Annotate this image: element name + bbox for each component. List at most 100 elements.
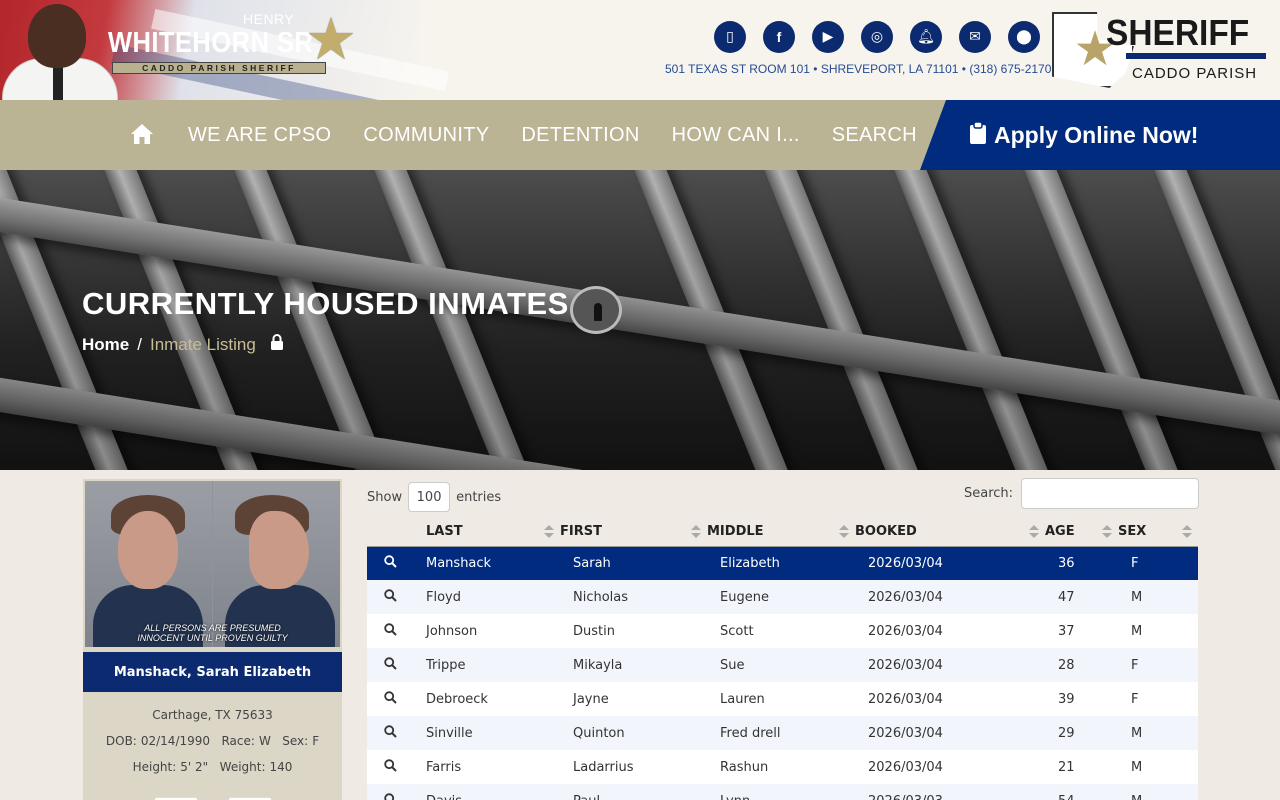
magnifier-icon[interactable] (367, 750, 413, 784)
breadcrumb: Home / Inmate Listing (82, 334, 284, 355)
nav-community[interactable]: COMMUNITY (363, 124, 489, 147)
cell-age: 28 (1058, 657, 1075, 673)
home-icon[interactable] (130, 123, 156, 147)
hero-banner: CURRENTLY HOUSED INMATES Home / Inmate L… (0, 170, 1280, 470)
cell-first: Dustin (573, 623, 615, 639)
cell-middle: Rashun (720, 759, 769, 775)
magnifier-icon[interactable] (367, 648, 413, 682)
cell-booked: 2026/03/04 (868, 589, 943, 605)
sort-icon (544, 525, 554, 539)
sort-icon (839, 525, 849, 539)
nav-detention[interactable]: DETENTION (521, 124, 639, 147)
mobile-icon[interactable]: ▯ (714, 21, 746, 53)
cell-booked: 2026/03/04 (868, 623, 943, 639)
sheriff-logo[interactable]: ★ SHERIFF CADDO PARISH (1052, 8, 1272, 92)
cell-age: 29 (1058, 725, 1075, 741)
inmate-mugshot: ALL PERSONS ARE PRESUMED INNOCENT UNTIL … (85, 481, 340, 647)
magnifier-icon[interactable] (367, 716, 413, 750)
table-row[interactable]: Farris Ladarrius Rashun 2026/03/04 21 M (367, 750, 1198, 784)
magnifier-icon[interactable] (367, 682, 413, 716)
column-header-first[interactable]: FIRST (560, 517, 707, 547)
cell-first: Paul (560, 784, 707, 800)
sheriff-star-badge-icon: ★ (305, 5, 357, 73)
nav-search[interactable]: SEARCH (832, 124, 917, 147)
inmate-name: Manshack, Sarah Elizabeth (83, 652, 342, 692)
table-row[interactable]: Sinville Quinton Fred drell 2026/03/04 29 M (367, 716, 1198, 750)
magnifier-icon[interactable] (367, 546, 413, 580)
column-header-age[interactable]: AGE (1045, 517, 1118, 547)
content-area: ALL PERSONS ARE PRESUMED INNOCENT UNTIL … (0, 470, 1280, 800)
magnifier-icon[interactable] (367, 580, 413, 614)
cell-sex: M (1131, 589, 1143, 605)
table-row[interactable]: Debroeck Jayne Lauren 2026/03/04 39 F (367, 682, 1198, 716)
entries-select[interactable]: 100 (408, 482, 451, 512)
cell-middle: Lynn (707, 784, 855, 800)
table-row[interactable]: Manshack Sarah Elizabeth 2026/03/04 36 F (367, 546, 1198, 580)
cell-age: 47 (1058, 589, 1075, 605)
cell-last: Davis (413, 784, 560, 800)
cell-age: 39 (1058, 691, 1075, 707)
site-header: HENRY WHITEHORN SR CADDO PARISH SHERIFF … (0, 0, 1280, 100)
sort-icon (1182, 525, 1192, 539)
table-row[interactable]: Trippe Mikayla Sue 2026/03/04 28 F (367, 648, 1198, 682)
cell-last: Debroeck (426, 691, 488, 707)
cell-sex: M (1131, 759, 1143, 775)
sort-icon (1029, 525, 1039, 539)
youtube-icon[interactable]: ▶ (812, 21, 844, 53)
cell-age: 54 (1045, 784, 1118, 800)
cell-first: Ladarrius (573, 759, 634, 775)
cell-sex: F (1131, 691, 1139, 707)
sheriff-last-name: WHITEHORN SR (108, 27, 314, 59)
instagram-icon[interactable]: ◎ (861, 21, 893, 53)
inmate-measurements: Height: 5' 2" Weight: 140 (132, 760, 293, 774)
cell-last: Manshack (426, 555, 492, 571)
cell-first: Jayne (573, 691, 609, 707)
bell-icon[interactable]: 🔔︎ (910, 21, 942, 53)
cell-age: 36 (1058, 555, 1075, 571)
table-row[interactable]: Johnson Dustin Scott 2026/03/04 37 M (367, 614, 1198, 648)
sort-icon (691, 525, 701, 539)
column-header-view (367, 517, 413, 547)
inmate-demographics: DOB: 02/14/1990 Race: W Sex: F (105, 734, 320, 748)
cell-booked: 2026/03/04 (868, 725, 943, 741)
column-header-last[interactable]: LAST (413, 517, 560, 547)
cell-sex: M (1131, 623, 1143, 639)
cell-middle: Elizabeth (720, 555, 780, 571)
sort-icon (1102, 525, 1112, 539)
cell-booked: 2026/03/03 (855, 784, 1045, 800)
table-row[interactable]: Floyd Nicholas Eugene 2026/03/04 47 M (367, 580, 1198, 614)
cell-booked: 2026/03/04 (868, 759, 943, 775)
table-row[interactable]: DavisPaulLynn2026/03/0354M (367, 784, 1198, 800)
cell-middle: Eugene (720, 589, 769, 605)
cell-first: Mikayla (573, 657, 623, 673)
cell-sex: M (1131, 725, 1143, 741)
cell-first: Quinton (573, 725, 625, 741)
lock-icon (270, 334, 284, 355)
magnifier-icon[interactable] (367, 614, 413, 648)
logo-county: CADDO PARISH (1132, 65, 1258, 82)
search-input[interactable] (1021, 478, 1200, 509)
envelope-icon[interactable]: ✉ (959, 21, 991, 53)
cell-age: 37 (1058, 623, 1075, 639)
nav-how-can-i[interactable]: HOW CAN I... (672, 124, 800, 147)
cell-booked: 2026/03/04 (868, 555, 943, 571)
magnifier-icon[interactable] (367, 784, 413, 800)
apply-online-button[interactable]: Apply Online Now! (920, 100, 1280, 170)
contact-address: 501 TEXAS ST ROOM 101 • SHREVEPORT, LA 7… (665, 62, 1052, 76)
column-header-sex[interactable]: SEX (1118, 517, 1198, 547)
cell-middle: Scott (720, 623, 754, 639)
facebook-icon[interactable]: f (763, 21, 795, 53)
cell-age: 21 (1058, 759, 1075, 775)
breadcrumb-home-link[interactable]: Home (82, 335, 129, 355)
map-pin-icon[interactable]: ⬤ (1008, 21, 1040, 53)
breadcrumb-separator: / (137, 334, 142, 354)
entries-length-control: Show 100 entries (367, 482, 501, 512)
column-header-middle[interactable]: MIDDLE (707, 517, 855, 547)
nav-we-are-cpso[interactable]: WE ARE CPSO (188, 124, 331, 147)
cell-middle: Fred drell (720, 725, 781, 741)
inmate-city: Carthage, TX 75633 (152, 708, 273, 722)
column-header-booked[interactable]: BOOKED (855, 517, 1045, 547)
cell-sex: F (1131, 657, 1139, 673)
table-header-row: LAST FIRST MIDDLE BOOKED AGE SEX (367, 517, 1198, 547)
cell-first: Sarah (573, 555, 611, 571)
